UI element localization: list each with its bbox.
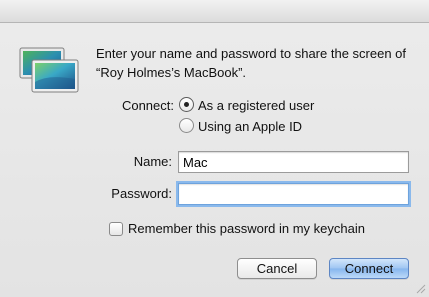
radio-apple-id-label[interactable]: Using an Apple ID — [198, 119, 302, 134]
radio-registered-user-label[interactable]: As a registered user — [198, 98, 314, 113]
name-field[interactable] — [178, 151, 409, 173]
name-label: Name: — [133, 154, 172, 169]
radio-apple-id[interactable] — [179, 118, 194, 133]
remember-password-label[interactable]: Remember this password in my keychain — [128, 221, 365, 236]
screen-sharing-app-icon — [18, 46, 80, 94]
connect-label: Connect: — [121, 98, 174, 113]
dialog-message: Enter your name and password to share th… — [96, 46, 407, 80]
connect-button[interactable]: Connect — [329, 258, 409, 279]
title-bar — [0, 0, 429, 23]
screen-sharing-dialog: Enter your name and password to share th… — [0, 0, 429, 297]
resize-grip-icon[interactable] — [414, 282, 426, 294]
password-label: Password: — [111, 186, 172, 201]
radio-registered-user[interactable] — [179, 97, 194, 112]
remember-password-checkbox[interactable] — [109, 222, 123, 236]
password-field[interactable] — [178, 183, 409, 205]
cancel-button[interactable]: Cancel — [237, 258, 317, 279]
